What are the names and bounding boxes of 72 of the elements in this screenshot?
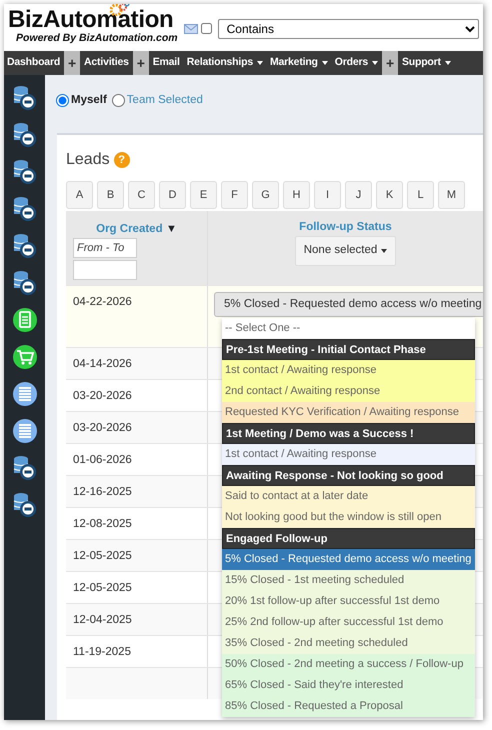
letter-button[interactable]: K xyxy=(376,181,403,209)
dropdown-option[interactable]: Not looking good but the window is still open xyxy=(222,507,475,528)
letter-button[interactable]: D xyxy=(159,181,186,209)
radio-button[interactable] xyxy=(56,94,69,108)
table-cell: 04-22-2026 xyxy=(73,296,132,308)
table-cell: 03-20-2026 xyxy=(73,390,132,402)
table-cell: 12-05-2025 xyxy=(73,582,132,594)
email-icon[interactable] xyxy=(184,24,198,34)
dropdown-option[interactable]: 15% Closed - 1st meeting scheduled xyxy=(222,570,475,591)
option-group-header: Awaiting Response - Not looking so good xyxy=(222,465,475,486)
dropdown-option[interactable]: 1st contact / Awaiting response xyxy=(222,360,475,381)
option-group-header: Pre-1st Meeting - Initial Contact Phase xyxy=(222,339,475,360)
letter-button[interactable]: B xyxy=(97,181,124,209)
document-icon[interactable] xyxy=(12,307,38,333)
date-filter-field[interactable] xyxy=(73,260,137,280)
dropdown-option[interactable]: 50% Closed - 2nd meeting a success / Follow-up xyxy=(222,654,475,675)
dropdown-option[interactable]: 20% 1st follow-up after successful 1st demo xyxy=(222,591,475,612)
database-icon[interactable] xyxy=(12,455,38,481)
table-cell: 12-05-2025 xyxy=(73,550,132,562)
radio-button[interactable] xyxy=(112,94,125,108)
status-dropdown[interactable]: 5% Closed - Requested demo access w/o meeting xyxy=(214,292,483,318)
database-icon[interactable] xyxy=(12,492,38,518)
letter-button[interactable]: E xyxy=(190,181,217,209)
sort-indicator: ▼ xyxy=(166,223,177,235)
status-filter-dropdown[interactable]: None selected xyxy=(294,236,396,266)
database-icon[interactable] xyxy=(12,159,38,185)
dropdown-option[interactable]: 35% Closed - 2nd meeting scheduled xyxy=(222,633,475,654)
search-mode-select[interactable]: Contains xyxy=(218,19,479,39)
dropdown-option[interactable]: 2nd contact / Awaiting response xyxy=(222,381,475,402)
option-group-header: 1st Meeting / Demo was a Success ! xyxy=(222,423,475,444)
checkbox[interactable] xyxy=(200,23,212,34)
stack-icon[interactable] xyxy=(12,418,38,444)
dropdown-option[interactable]: 1st contact / Awaiting response xyxy=(222,444,475,465)
database-icon[interactable] xyxy=(12,270,38,296)
database-icon[interactable] xyxy=(12,85,38,111)
logo-text: BizAutomation xyxy=(8,8,174,32)
panel-title: Leads xyxy=(66,150,110,170)
radio-label[interactable]: Myself xyxy=(71,92,107,110)
add-button[interactable]: + xyxy=(382,51,398,75)
dropdown-option[interactable]: Requested KYC Verification / Awaiting response xyxy=(222,402,475,423)
database-icon[interactable] xyxy=(12,122,38,148)
dropdown-option[interactable]: 85% Closed - Requested a Proposal xyxy=(222,696,475,717)
letter-button[interactable]: L xyxy=(407,181,434,209)
letter-button[interactable]: G xyxy=(252,181,279,209)
dropdown-option[interactable]: -- Select One -- xyxy=(222,318,475,339)
cart-icon[interactable] xyxy=(12,344,38,370)
table-cell: 01-06-2026 xyxy=(73,454,132,466)
add-button[interactable]: + xyxy=(132,51,149,75)
date-filter-field[interactable]: From - To xyxy=(73,238,137,258)
table-cell: 12-08-2025 xyxy=(73,518,132,530)
database-icon[interactable] xyxy=(12,233,38,259)
letter-button[interactable]: A xyxy=(66,181,93,209)
letter-button[interactable]: J xyxy=(345,181,372,209)
letter-button[interactable]: H xyxy=(283,181,310,209)
dropdown-option[interactable]: 65% Closed - Said they're interested xyxy=(222,675,475,696)
table-cell: 04-14-2026 xyxy=(73,358,132,370)
dropdown-option[interactable]: 25% 2nd follow-up after successful 1st demo xyxy=(222,612,475,633)
letter-button[interactable]: F xyxy=(221,181,248,209)
table-cell: 12-04-2025 xyxy=(73,614,132,626)
tagline: Powered By BizAutomation.com xyxy=(15,32,178,44)
add-button[interactable]: + xyxy=(64,51,80,75)
letter-button[interactable]: C xyxy=(128,181,155,209)
letter-button[interactable]: I xyxy=(314,181,341,209)
letter-button[interactable]: M xyxy=(438,181,465,209)
table-cell: 11-19-2025 xyxy=(73,646,131,658)
database-icon[interactable] xyxy=(12,196,38,222)
table-cell: 12-16-2025 xyxy=(73,486,132,498)
dropdown-option[interactable]: 5% Closed - Requested demo access w/o meeting xyxy=(222,549,475,570)
stack-icon[interactable] xyxy=(12,381,38,407)
option-group-header: Engaged Follow-up xyxy=(222,528,475,549)
table-cell: 03-20-2026 xyxy=(73,422,132,434)
dropdown-option[interactable]: Said to contact at a later date xyxy=(222,486,475,507)
